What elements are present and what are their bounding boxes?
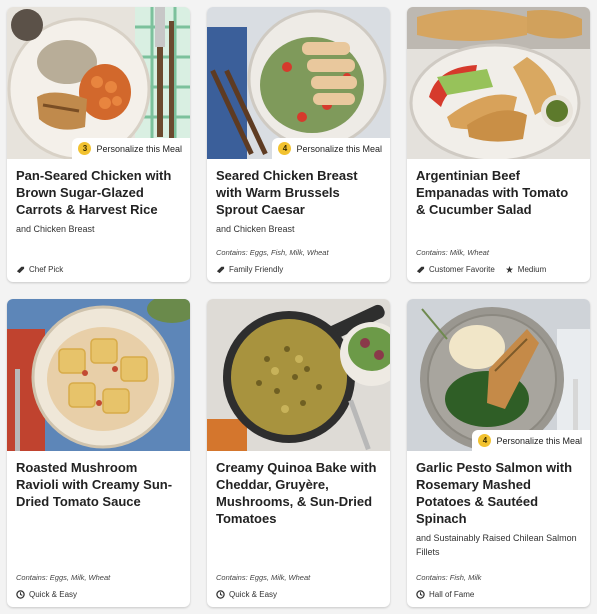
meal-card[interactable]: 3 Personalize this Meal Pan-Seared Chick… (7, 7, 190, 282)
meal-tags: Customer Favorite Medium (416, 265, 546, 274)
trophy-icon (416, 590, 425, 599)
card-body: Garlic Pesto Salmon with Rosemary Mashed… (407, 451, 590, 607)
tag-label: Customer Favorite (429, 265, 495, 274)
card-body: Seared Chicken Breast with Warm Brussels… (207, 159, 390, 282)
card-body: Creamy Quinoa Bake with Cheddar, Gruyère… (207, 451, 390, 607)
meal-image[interactable]: 3 Personalize this Meal (7, 7, 190, 159)
personalize-count: 4 (478, 434, 492, 447)
allergens: Contains: Milk, Wheat (416, 248, 489, 257)
tag-hall-of-fame: Hall of Fame (416, 590, 474, 599)
tag-label: Family Friendly (229, 265, 284, 274)
meal-title[interactable]: Seared Chicken Breast with Warm Brussels… (216, 167, 381, 218)
meal-card[interactable]: 4 Personalize this Meal Garlic Pesto Sal… (407, 299, 590, 607)
tag-label: Quick & Easy (29, 590, 78, 599)
meal-image[interactable] (407, 7, 590, 159)
chili-icon (505, 265, 513, 274)
tag-quick-easy: Quick & Easy (216, 590, 277, 599)
personalize-label: Personalize this Meal (96, 143, 182, 154)
card-body: Roasted Mushroom Ravioli with Creamy Sun… (7, 451, 190, 607)
tag-label: Chef Pick (29, 265, 64, 274)
allergens: Contains: Eggs, Milk, Wheat (16, 573, 111, 582)
meal-subtitle: and Chicken Breast (16, 224, 95, 234)
personalize-meal-badge[interactable]: 4 Personalize this Meal (272, 138, 390, 159)
clock-icon (16, 590, 25, 599)
meal-card[interactable]: Roasted Mushroom Ravioli with Creamy Sun… (7, 299, 190, 607)
meal-grid: 3 Personalize this Meal Pan-Seared Chick… (0, 0, 597, 614)
meal-subtitle: and Chicken Breast (216, 224, 295, 234)
allergens: Contains: Eggs, Milk, Wheat (216, 573, 311, 582)
meal-title[interactable]: Pan-Seared Chicken with Brown Sugar-Glaz… (16, 167, 181, 218)
personalize-label: Personalize this Meal (296, 143, 382, 154)
tag-chef-pick: Chef Pick (16, 265, 63, 274)
personalize-count: 4 (278, 142, 292, 155)
family-icon (216, 266, 225, 274)
meal-tags: Quick & Easy (16, 590, 77, 599)
tag-label: Medium (517, 265, 547, 274)
meal-image[interactable] (7, 299, 190, 451)
meal-tags: Hall of Fame (416, 590, 474, 599)
tag-customer-favorite: Customer Favorite (416, 265, 495, 274)
chef-hat-icon (16, 266, 25, 274)
meal-title[interactable]: Roasted Mushroom Ravioli with Creamy Sun… (16, 459, 181, 510)
tag-label: Quick & Easy (229, 590, 278, 599)
personalize-meal-badge[interactable]: 4 Personalize this Meal (472, 430, 590, 451)
meal-title[interactable]: Creamy Quinoa Bake with Cheddar, Gruyère… (216, 459, 381, 527)
meal-title[interactable]: Garlic Pesto Salmon with Rosemary Mashed… (416, 459, 581, 527)
clock-icon (216, 590, 225, 599)
card-body: Argentinian Beef Empanadas with Tomato &… (407, 159, 590, 282)
allergens: Contains: Eggs, Fish, Milk, Wheat (216, 248, 329, 257)
card-body: Pan-Seared Chicken with Brown Sugar-Glaz… (7, 159, 190, 282)
allergens: Contains: Fish, Milk (416, 573, 482, 582)
tag-quick-easy: Quick & Easy (16, 590, 77, 599)
meal-tags: Family Friendly (216, 265, 283, 274)
personalize-meal-badge[interactable]: 3 Personalize this Meal (72, 138, 190, 159)
meal-subtitle: and Sustainably Raised Chilean Salmon Fi… (416, 533, 577, 557)
personalize-count: 3 (78, 142, 92, 155)
tag-spice-level: Medium (505, 265, 546, 274)
meal-tags: Quick & Easy (216, 590, 277, 599)
meal-image[interactable]: 4 Personalize this Meal (407, 299, 590, 451)
tag-label: Hall of Fame (429, 590, 475, 599)
tag-family-friendly: Family Friendly (216, 265, 283, 274)
meal-image[interactable]: 4 Personalize this Meal (207, 7, 390, 159)
meal-card[interactable]: Creamy Quinoa Bake with Cheddar, Gruyère… (207, 299, 390, 607)
meal-card[interactable]: 4 Personalize this Meal Seared Chicken B… (207, 7, 390, 282)
meal-title[interactable]: Argentinian Beef Empanadas with Tomato &… (416, 167, 581, 218)
meal-tags: Chef Pick (16, 265, 63, 274)
meal-card[interactable]: Argentinian Beef Empanadas with Tomato &… (407, 7, 590, 282)
meal-image[interactable] (207, 299, 390, 451)
heart-icon (416, 266, 425, 274)
personalize-label: Personalize this Meal (496, 435, 582, 446)
